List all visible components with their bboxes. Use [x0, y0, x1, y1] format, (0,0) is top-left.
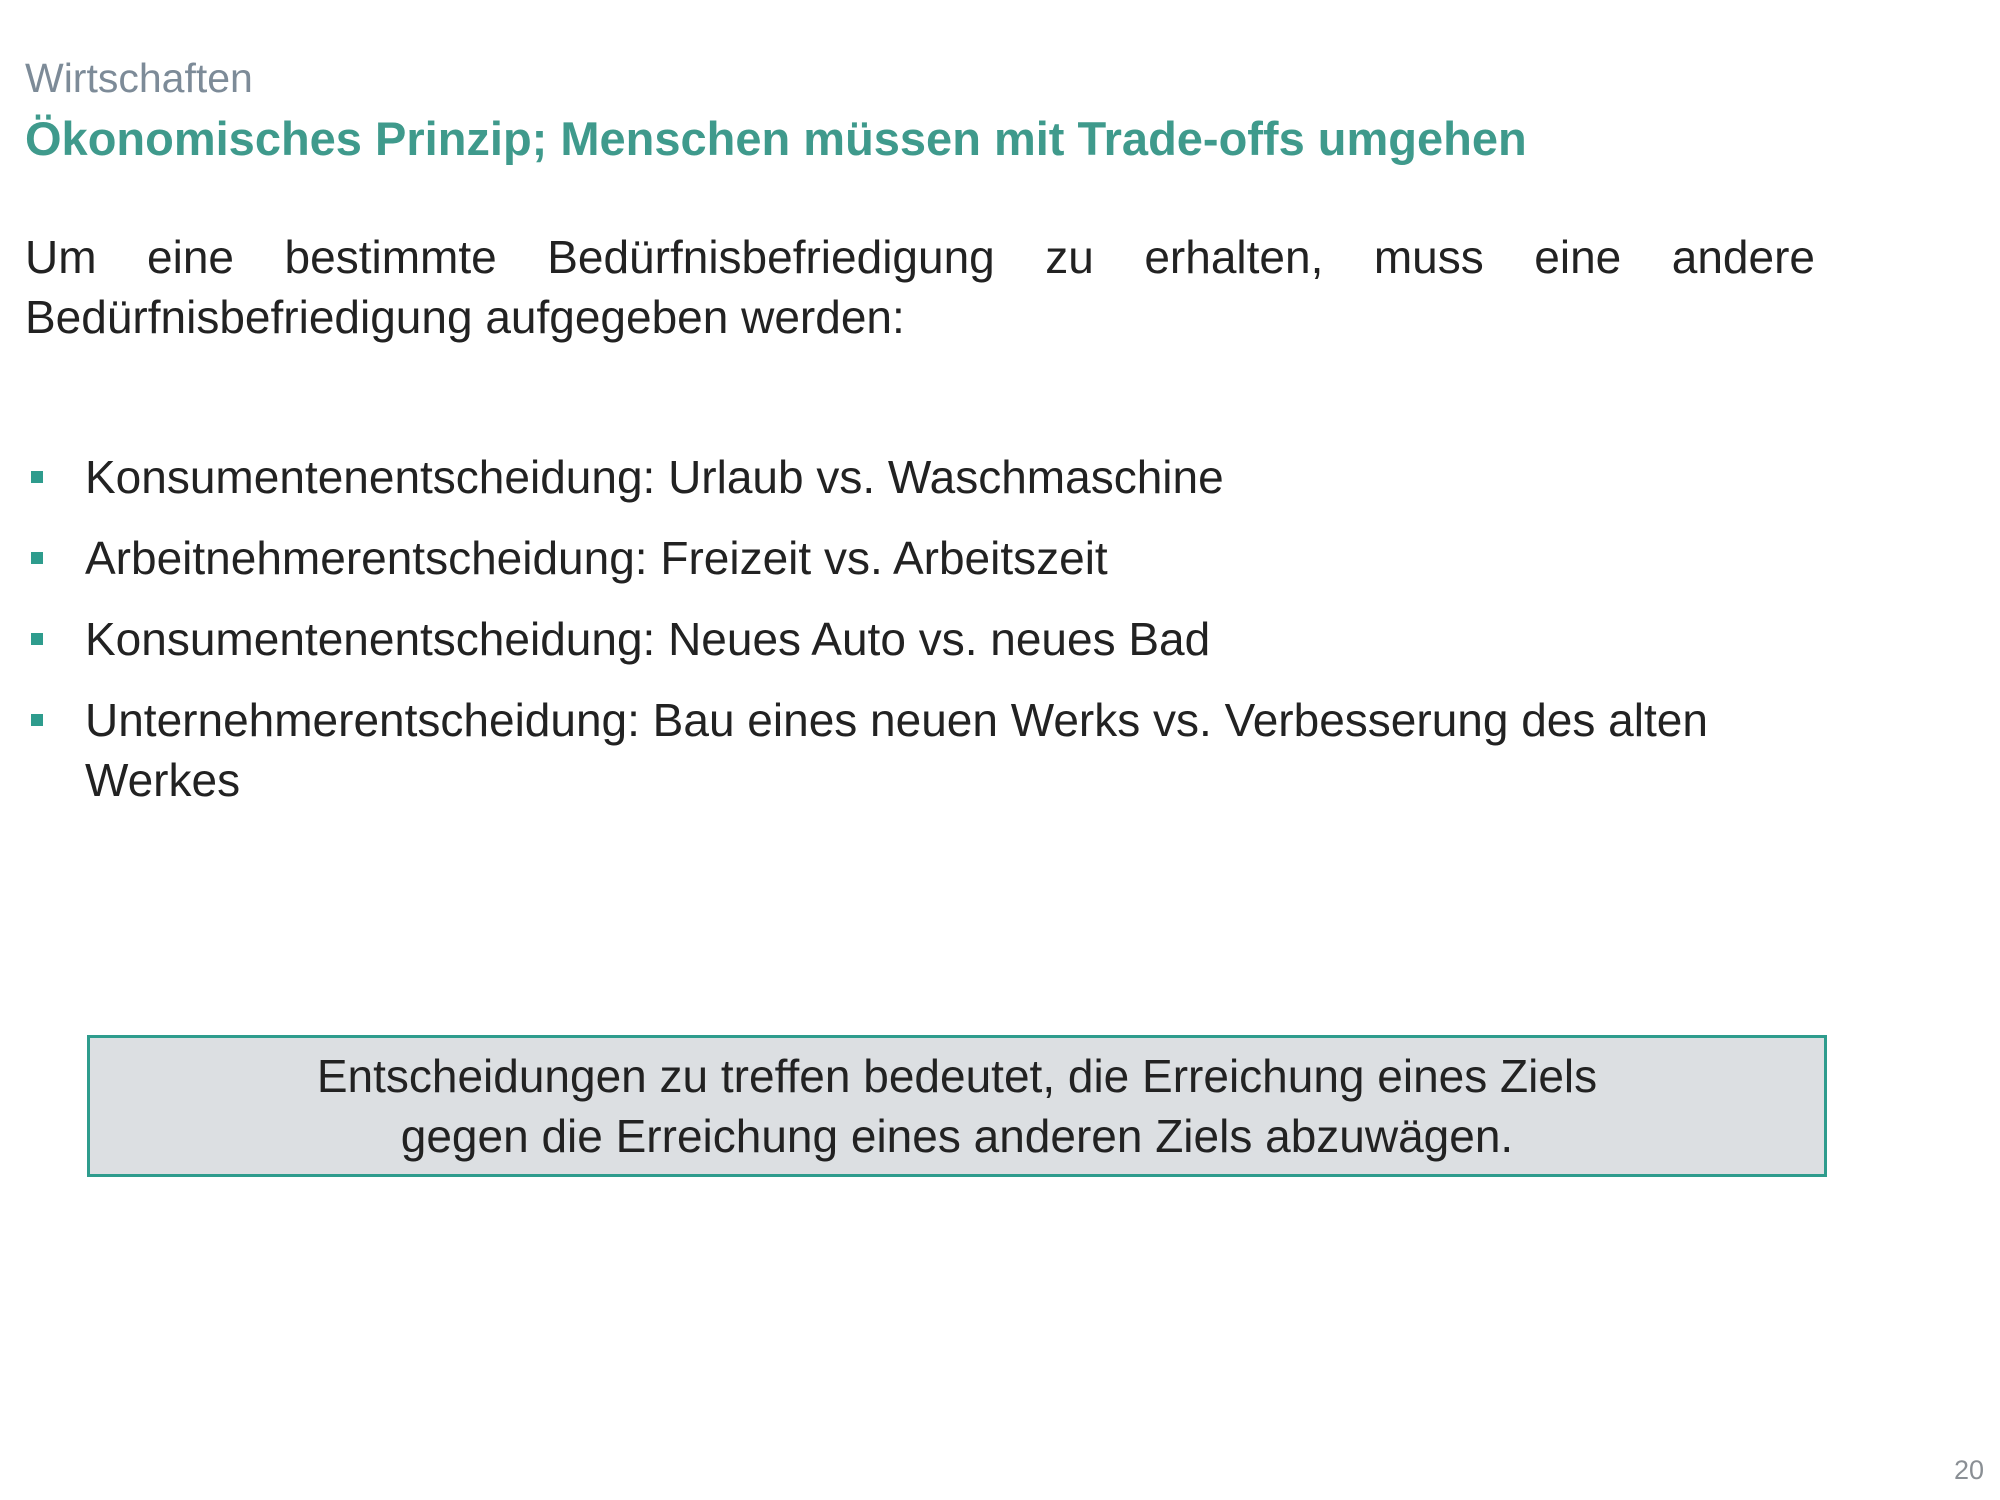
callout-line-1: Entscheidungen zu treffen bedeutet, die …	[316, 1050, 1598, 1102]
list-item-text: Konsumentenentscheidung: Urlaub vs. Wasc…	[85, 451, 1224, 503]
square-bullet-icon	[31, 471, 43, 483]
slide-kicker: Wirtschaften	[25, 55, 253, 101]
list-item-text: Konsumentenentscheidung: Neues Auto vs. …	[85, 613, 1211, 665]
list-item-text: Unternehmerentscheidung: Bau eines neuen…	[85, 694, 1708, 806]
callout-text: Entscheidungen zu treffen bedeutet, die …	[317, 1046, 1597, 1166]
page-number: 20	[1953, 1455, 1984, 1485]
list-item: Konsumentenentscheidung: Neues Auto vs. …	[25, 609, 1785, 669]
square-bullet-icon	[31, 714, 43, 726]
list-item: Arbeitnehmerentscheidung: Freizeit vs. A…	[25, 528, 1785, 588]
list-item: Konsumentenentscheidung: Urlaub vs. Wasc…	[25, 447, 1785, 507]
slide-title: Ökonomisches Prinzip; Menschen müssen mi…	[25, 112, 1527, 165]
intro-paragraph: Um eine bestimmte Bedürfnisbefriedigung …	[25, 231, 1815, 343]
list-item: Unternehmerentscheidung: Bau eines neuen…	[25, 690, 1785, 810]
square-bullet-icon	[31, 633, 43, 645]
list-item-text: Arbeitnehmerentscheidung: Freizeit vs. A…	[85, 532, 1108, 584]
conclusion-callout-box: Entscheidungen zu treffen bedeutet, die …	[87, 1035, 1827, 1177]
square-bullet-icon	[31, 552, 43, 564]
bullet-list: Konsumentenentscheidung: Urlaub vs. Wasc…	[25, 447, 1785, 831]
callout-line-2: gegen die Erreichung eines anderen Ziels…	[400, 1110, 1514, 1162]
